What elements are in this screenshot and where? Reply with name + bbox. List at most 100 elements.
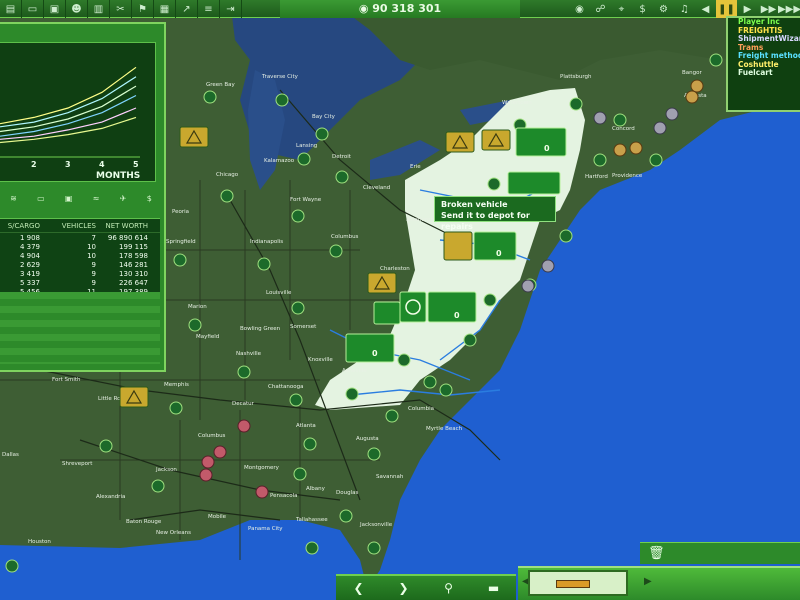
location-pin-icon[interactable]: ⚲ [436,578,462,598]
sound-icon[interactable]: ◀ [695,0,716,18]
building-icon[interactable]: ▥ [88,0,110,18]
competitor-pin[interactable] [255,485,269,499]
company-item[interactable]: FREIGHTIS [728,27,800,36]
network-icon[interactable]: ☍ [590,0,611,18]
town-marker[interactable] [293,467,307,481]
town-marker[interactable] [169,401,183,415]
table-row[interactable]: 1 908 7 96 890 614 [0,233,160,242]
competitor-pin[interactable] [665,107,679,121]
town-marker[interactable] [305,541,319,555]
competitor-pin[interactable] [237,419,251,433]
tow-truck-icon[interactable] [443,231,473,261]
road-icon[interactable]: ▤ [0,0,22,18]
export-icon[interactable]: ⇥ [220,0,242,18]
company-item[interactable]: Coshuttle [728,61,800,70]
town-marker[interactable] [335,170,349,184]
vehicle-card[interactable] [345,333,395,363]
town-marker[interactable] [151,479,165,493]
competitor-pin[interactable] [201,455,215,469]
prev-arrow-icon[interactable]: ❮ [346,578,372,598]
settings-icon[interactable]: ⚙ [653,0,674,18]
town-marker[interactable] [569,97,583,111]
town-marker[interactable] [220,189,234,203]
town-marker[interactable] [297,152,311,166]
town-marker[interactable] [173,253,187,267]
company-item[interactable]: Player Inc [728,18,800,27]
town-marker[interactable] [303,437,317,451]
next-arrow-icon[interactable]: ❯ [391,578,417,598]
eye-icon[interactable]: ◉ [569,0,590,18]
selector-next-icon[interactable]: ▶ [644,576,652,587]
town-marker[interactable] [345,387,359,401]
music-icon[interactable]: ♫ [674,0,695,18]
town-marker[interactable] [483,293,497,307]
competitor-pin[interactable] [521,279,535,293]
town-marker[interactable] [99,439,113,453]
competitor-pin[interactable] [690,79,704,93]
table-row[interactable]: 5 337 9 226 647 [0,278,160,287]
table-row[interactable]: 3 419 9 130 310 [0,269,160,278]
tab-money-icon[interactable]: $ [147,194,152,206]
company-item[interactable]: Trams [728,44,800,53]
town-marker[interactable] [439,383,453,397]
vehicle-card[interactable] [507,171,561,195]
town-marker[interactable] [367,541,381,555]
company-item[interactable]: ShipmentWizard [728,35,800,44]
competitor-pin[interactable] [199,468,213,482]
town-marker[interactable] [423,375,437,389]
tab-plane-icon[interactable]: ✈ [120,194,127,206]
town-marker[interactable] [593,153,607,167]
tab-trucks-icon[interactable]: ≋ [10,194,17,206]
town-marker[interactable] [291,301,305,315]
town-marker[interactable] [649,153,663,167]
clock-icon[interactable] [399,291,427,323]
tab-ship-icon[interactable]: ≈ [93,194,100,206]
bus-icon[interactable]: ▣ [44,0,66,18]
tab-train-icon[interactable]: ▣ [65,194,73,206]
town-marker[interactable] [487,177,501,191]
trash-icon[interactable]: 🗑 [648,546,665,561]
route-icon[interactable]: ⚑ [132,0,154,18]
town-marker[interactable] [275,93,289,107]
competitor-pin[interactable] [593,111,607,125]
vehicle-card[interactable] [515,127,567,157]
table-row[interactable]: 4 379 10 199 115 [0,242,160,251]
table-row[interactable]: 4 904 10 178 598 [0,251,160,260]
town-marker[interactable] [203,90,217,104]
table-row[interactable]: 2 629 9 146 281 [0,260,160,269]
town-marker[interactable] [463,333,477,347]
competitor-pin[interactable] [685,90,699,104]
town-marker[interactable] [188,318,202,332]
competitor-pin[interactable] [213,445,227,459]
town-marker[interactable] [237,365,251,379]
pin-icon[interactable]: ⌖ [611,0,632,18]
folder-icon[interactable]: ▬ [481,578,507,598]
competitor-pin[interactable] [613,143,627,157]
scissors-icon[interactable]: ✂ [110,0,132,18]
town-marker[interactable] [289,393,303,407]
person-icon[interactable]: ☻ [66,0,88,18]
town-marker[interactable] [397,353,411,367]
town-marker[interactable] [367,447,381,461]
competitor-pin[interactable] [653,121,667,135]
town-marker[interactable] [5,559,19,573]
vehicle-card[interactable] [473,231,517,261]
list-icon[interactable]: ≡ [198,0,220,18]
competitor-pin[interactable] [629,141,643,155]
town-marker[interactable] [291,209,305,223]
vehicle-card[interactable] [427,291,477,323]
town-marker[interactable] [559,229,573,243]
arrow-icon[interactable]: ↗ [176,0,198,18]
town-marker[interactable] [329,244,343,258]
town-marker[interactable] [315,127,329,141]
selected-vehicle-card[interactable] [528,570,628,596]
company-item[interactable]: Fuelcart [728,69,800,78]
truck-icon[interactable]: ▭ [22,0,44,18]
town-marker[interactable] [709,53,723,67]
company-item[interactable]: Freight method [728,52,800,61]
town-marker[interactable] [385,409,399,423]
town-marker[interactable] [257,257,271,271]
town-marker[interactable] [613,113,627,127]
competitor-pin[interactable] [541,259,555,273]
money-icon[interactable]: $ [632,0,653,18]
